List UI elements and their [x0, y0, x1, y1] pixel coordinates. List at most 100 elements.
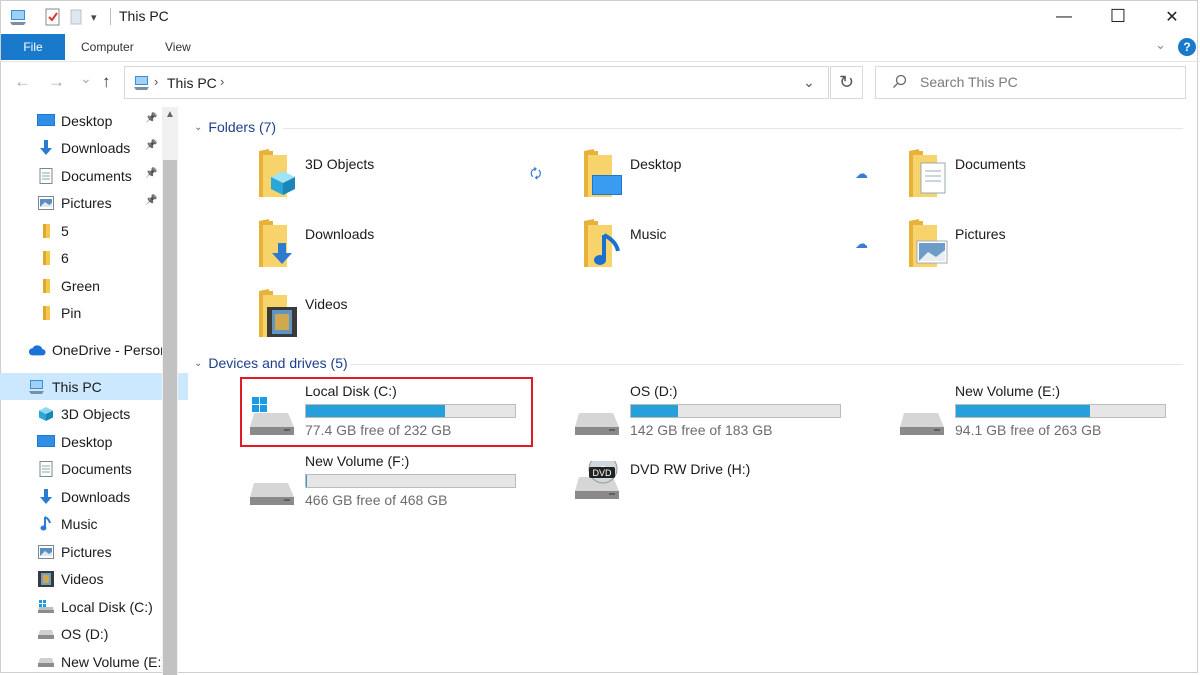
folder-item[interactable]: 3D Objects: [253, 149, 553, 209]
ribbon: File Computer View ⌄ ?: [0, 34, 1200, 62]
up-button[interactable]: ↑: [102, 72, 111, 92]
maximize-button[interactable]: ☐: [1091, 0, 1145, 33]
folder-name: Videos: [305, 296, 348, 312]
3d-objects-icon: [37, 406, 55, 422]
videos-icon: [37, 570, 55, 587]
cloud-icon: ☁: [855, 166, 868, 181]
svg-text:DVD: DVD: [592, 468, 612, 478]
downloads-icon: [37, 488, 55, 505]
sidebar-item-label: 5: [61, 222, 69, 239]
breadcrumb-chevron-icon[interactable]: ›: [154, 74, 158, 89]
sidebar-item-label: New Volume (E:): [61, 653, 167, 670]
drive-item[interactable]: DVD DVD RW Drive (H:): [573, 454, 863, 521]
folder-name: 3D Objects: [305, 156, 375, 172]
folder-item[interactable]: Documents: [903, 149, 1200, 209]
breadcrumb-chevron-icon[interactable]: ›: [220, 74, 224, 89]
folder-icon: [37, 305, 55, 321]
new-folder-icon[interactable]: [69, 7, 83, 27]
tab-view[interactable]: View: [165, 40, 191, 54]
navigation-pane: Desktop Downloads Documents Pictures 5 6 Green…: [0, 107, 188, 675]
sidebar-item-label: Videos: [61, 570, 104, 587]
recent-locations-button[interactable]: ⌄: [80, 70, 92, 87]
folder-icon: [37, 278, 55, 294]
music-folder-icon: [578, 219, 624, 269]
pin-icon[interactable]: 📌: [145, 195, 157, 206]
close-button[interactable]: ✕: [1145, 0, 1199, 33]
help-icon[interactable]: ?: [1178, 38, 1196, 56]
window-title: This PC: [119, 8, 169, 24]
drive-free-space: 142 GB free of 183 GB: [630, 422, 773, 438]
sidebar-item-label: Downloads: [61, 139, 131, 156]
sidebar-item-label: Pictures: [61, 543, 112, 560]
folders-group-header[interactable]: ⌄ Folders (7): [194, 119, 276, 135]
drives-group-header[interactable]: ⌄ Devices and drives (5): [194, 355, 348, 371]
drive-item[interactable]: New Volume (E:) 94.1 GB free of 263 GB: [898, 383, 1188, 443]
sidebar-item-label: Pictures: [61, 194, 112, 211]
documents-icon: [37, 167, 55, 184]
sidebar-item-label: Desktop: [61, 112, 113, 129]
3d-objects-folder-icon: [253, 149, 299, 199]
sidebar-item-label: OneDrive - Person: [52, 341, 168, 358]
forward-button[interactable]: →: [48, 72, 65, 92]
drive-name: OS (D:): [630, 383, 678, 399]
expand-ribbon-icon[interactable]: ⌄: [1155, 37, 1166, 53]
usage-bar: [630, 404, 841, 418]
tab-file[interactable]: File: [1, 34, 65, 60]
folder-item[interactable]: Desktop: [578, 149, 878, 209]
address-bar[interactable]: › This PC › ⌄: [124, 66, 829, 99]
sidebar-scrollbar-thumb[interactable]: [163, 160, 177, 675]
sidebar-item[interactable]: OneDrive - Person: [0, 336, 188, 363]
desktop-icon: [37, 113, 55, 129]
folder-item[interactable]: Music: [578, 219, 878, 279]
downloads-folder-icon: [253, 219, 299, 269]
pictures-folder-icon: [903, 219, 949, 269]
back-button[interactable]: ←: [14, 72, 31, 92]
documents-icon: [37, 460, 55, 477]
desktop-folder-icon: [578, 149, 624, 199]
usage-bar-fill: [631, 405, 678, 417]
this-pc-icon: [133, 75, 151, 96]
search-box[interactable]: [875, 66, 1186, 99]
this-pc-icon: [9, 7, 29, 27]
drive-name: New Volume (E:): [955, 383, 1061, 399]
highlight-box: [240, 377, 533, 447]
folder-name: Desktop: [630, 156, 682, 172]
sidebar-item-label: This PC: [52, 378, 102, 395]
music-icon: [37, 515, 55, 532]
drive-item[interactable]: OS (D:) 142 GB free of 183 GB: [573, 383, 863, 443]
folder-item[interactable]: Pictures: [903, 219, 1200, 279]
refresh-icon: ↻: [838, 72, 855, 92]
windows-drive-icon: [37, 599, 55, 615]
sidebar-item[interactable]: This PC: [0, 373, 188, 400]
minimize-button[interactable]: —: [1037, 0, 1091, 33]
scroll-up-arrow-icon[interactable]: ▲: [162, 109, 178, 120]
folder-item[interactable]: Videos: [253, 289, 553, 349]
onedrive-icon: [28, 342, 46, 358]
folder-name: Music: [630, 226, 667, 242]
pin-icon[interactable]: 📌: [145, 168, 157, 179]
drive-name: DVD RW Drive (H:): [630, 461, 751, 477]
customize-toolbar-icon[interactable]: ▾: [91, 7, 97, 27]
search-icon: [892, 74, 907, 94]
search-input[interactable]: [920, 74, 1170, 90]
pin-icon[interactable]: 📌: [145, 113, 157, 124]
drive-item[interactable]: New Volume (F:) 466 GB free of 468 GB: [248, 453, 538, 513]
chevron-down-icon: ⌄: [194, 357, 203, 369]
documents-folder-icon: [903, 149, 949, 199]
folder-icon: [37, 223, 55, 239]
breadcrumb[interactable]: This PC: [167, 75, 217, 91]
drive-icon: [573, 397, 621, 437]
folder-name: Documents: [955, 156, 1026, 172]
tab-computer[interactable]: Computer: [81, 40, 134, 54]
refresh-button[interactable]: ↻: [830, 66, 863, 99]
pin-icon[interactable]: 📌: [145, 140, 157, 151]
drive-icon: [37, 654, 55, 670]
sidebar-item-label: Local Disk (C:): [61, 598, 153, 615]
drive-free-space: 94.1 GB free of 263 GB: [955, 422, 1102, 438]
this-pc-icon: [28, 379, 46, 395]
sync-icon: 🗘: [530, 166, 542, 181]
address-dropdown-icon[interactable]: ⌄: [803, 74, 815, 91]
sidebar-item-label: Documents: [61, 460, 132, 477]
folder-item[interactable]: Downloads: [253, 219, 553, 279]
properties-icon[interactable]: [45, 7, 61, 27]
